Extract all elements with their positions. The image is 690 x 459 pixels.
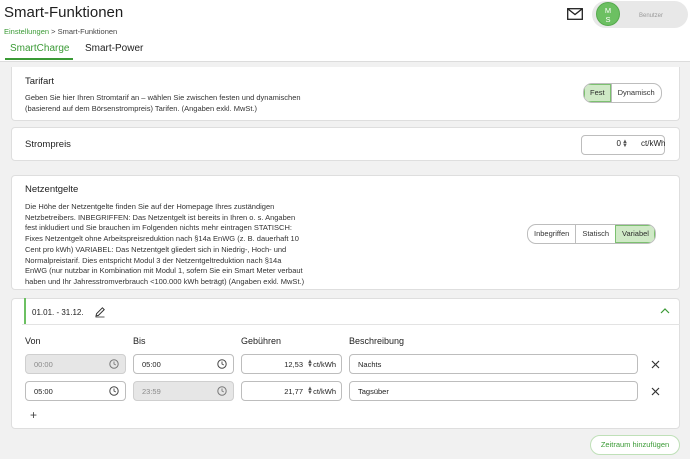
breadcrumb: Einstellungen > Smart-Funktionen <box>4 27 117 36</box>
strompreis-value: 0 <box>616 139 621 148</box>
add-row-button[interactable]: + <box>30 408 37 422</box>
netzentgelte-description-line: fest inkludiert und Sie brauchen im Folg… <box>25 223 292 233</box>
netzentgelte-description-line: Fixes Netzentgelt ohne Arbeitspreisreduk… <box>25 234 299 244</box>
zeitraum-divider <box>22 324 680 325</box>
strompreis-card <box>11 127 680 161</box>
close-icon[interactable] <box>651 360 660 369</box>
column-header-beschreibung: Beschreibung <box>349 336 405 346</box>
strompreis-unit: ct/kWh <box>641 139 666 148</box>
gebuehr-value: 12,53 <box>284 360 303 369</box>
tab-smart-power[interactable]: Smart-Power <box>85 43 143 54</box>
netzentgelte-description-line: EnWG (nur nutzbar in Kombination mit Mod… <box>25 266 303 276</box>
avatar-initial-1: M <box>604 6 612 15</box>
gebuehr-input[interactable]: 12,53 ▲ ▼ ct/kWh <box>241 354 342 374</box>
netzentgelte-title: Netzentgelte <box>25 184 79 195</box>
zeitraum-accent-bar <box>24 298 26 324</box>
bis-time-value: 23:59 <box>142 387 161 396</box>
netzentgelte-description-line: Netzbetreibers. INBEGRIFFEN: Das Netzent… <box>25 212 296 222</box>
tarifart-option-dynamisch[interactable]: Dynamisch <box>610 84 661 102</box>
beschreibung-input[interactable]: Nachts <box>349 354 638 374</box>
active-tab-indicator <box>5 58 73 60</box>
gebuehr-unit: ct/kWh <box>313 360 336 369</box>
column-header-bis: Bis <box>133 336 146 346</box>
clock-icon <box>109 359 119 369</box>
close-icon[interactable] <box>651 387 660 396</box>
beschreibung-value: Nachts <box>358 360 382 369</box>
beschreibung-input[interactable]: Tagsüber <box>349 381 638 401</box>
header-divider <box>0 61 690 62</box>
netzentgelte-description: Die Höhe der Netzentgelte finden Sie auf… <box>25 202 304 288</box>
spinner-icon[interactable]: ▲ ▼ <box>622 139 628 149</box>
clock-icon[interactable] <box>109 386 119 396</box>
gebuehr-input[interactable]: 21,77 ▲ ▼ ct/kWh <box>241 381 342 401</box>
netzentgelte-description-line: Normalpreistarif. Dies entspricht Modul … <box>25 255 282 265</box>
netzentgelte-description-line: Cent pro kWh) VARIABEL: Das Netzentgelt … <box>25 244 287 254</box>
netzentgelte-description-line: haben und Ihr Jahresstromverbrauch <100.… <box>25 276 305 286</box>
strompreis-title: Strompreis <box>25 139 71 150</box>
tarifart-description-line: (basierend auf dem Börsenstrompreis) Tar… <box>25 103 258 113</box>
avatar-initial-2: S <box>605 15 611 24</box>
von-time-value: 05:00 <box>34 387 53 396</box>
tarifart-option-fest[interactable]: Fest <box>584 84 611 102</box>
netzentgelte-description-line: Die Höhe der Netzentgelte finden Sie auf… <box>25 202 275 211</box>
breadcrumb-current: Smart-Funktionen <box>57 27 118 36</box>
clock-icon <box>217 386 227 396</box>
von-time-input[interactable]: 05:00 <box>25 381 126 401</box>
von-time-value: 00:00 <box>34 360 53 369</box>
beschreibung-value: Tagsüber <box>358 387 389 396</box>
mail-icon[interactable] <box>567 8 583 20</box>
breadcrumb-separator: > <box>51 27 56 36</box>
netzentgelte-option-variabel[interactable]: Variabel <box>615 225 655 243</box>
tarifart-toggle: Fest Dynamisch <box>583 83 662 103</box>
clock-icon[interactable] <box>217 359 227 369</box>
netzentgelte-option-inbegriffen[interactable]: Inbegriffen <box>528 225 575 243</box>
zeitraum-range: 01.01. - 31.12. <box>32 308 84 317</box>
gebuehr-value: 21,77 <box>284 387 303 396</box>
bis-time-input[interactable]: 05:00 <box>133 354 234 374</box>
breadcrumb-link-einstellungen[interactable]: Einstellungen <box>4 27 49 36</box>
netzentgelte-option-statisch[interactable]: Statisch <box>575 225 615 243</box>
tarifart-title: Tarifart <box>25 76 55 87</box>
netzentgelte-toggle: Inbegriffen Statisch Variabel <box>527 224 656 244</box>
bis-time-value: 05:00 <box>142 360 161 369</box>
add-zeitraum-button[interactable]: Zeitraum hinzufügen <box>590 435 680 455</box>
tarifart-description-line: Geben Sie hier Ihren Stromtarif an – wäh… <box>25 93 301 102</box>
page-title: Smart-Funktionen <box>4 4 124 21</box>
tarifart-description: Geben Sie hier Ihren Stromtarif an – wäh… <box>25 93 301 114</box>
tab-smartcharge[interactable]: SmartCharge <box>10 43 69 54</box>
pencil-icon[interactable] <box>94 306 106 318</box>
user-name: Benutzer <box>638 13 663 19</box>
bis-time-input: 23:59 <box>133 381 234 401</box>
avatar[interactable]: M S <box>596 2 620 26</box>
column-header-von: Von <box>25 336 41 346</box>
column-header-gebuehren: Gebühren <box>241 336 282 346</box>
gebuehr-unit: ct/kWh <box>313 387 336 396</box>
von-time-input: 00:00 <box>25 354 126 374</box>
chevron-up-icon[interactable] <box>660 307 670 315</box>
